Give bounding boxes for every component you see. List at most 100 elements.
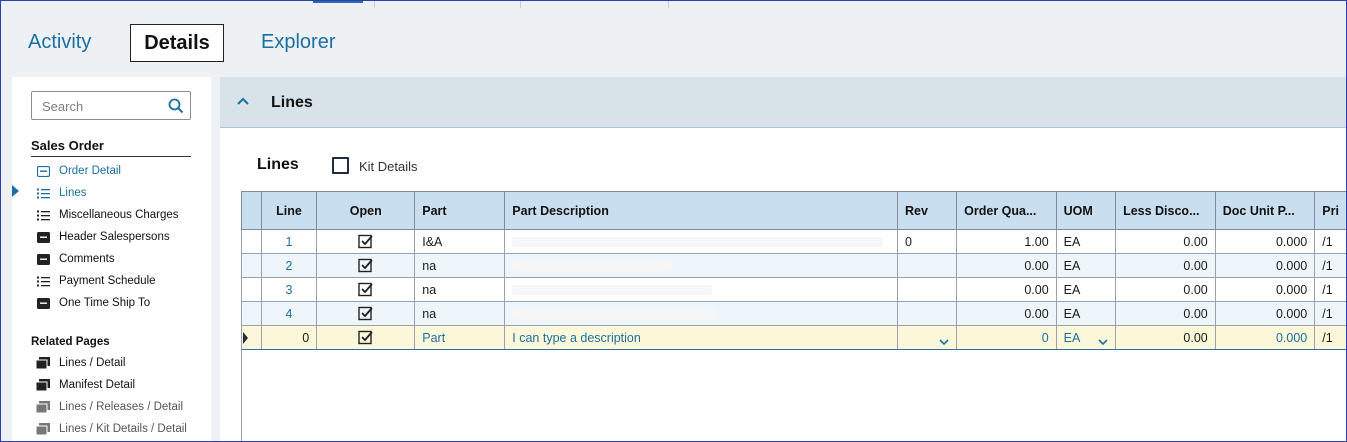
uom-cell[interactable]: EA (1055, 253, 1117, 278)
sidebar-item-miscellaneous-charges[interactable]: Miscellaneous Charges (36, 206, 179, 224)
row-selector[interactable] (241, 325, 262, 350)
table-row[interactable]: 4 na 0.00 EA 0.00 0.000 /1 (241, 301, 1347, 326)
column-header-less-discount[interactable]: Less Disco... (1115, 191, 1216, 230)
sidebar-item-header-salespersons[interactable]: Header Salespersons (36, 228, 170, 246)
part-description-cell[interactable] (504, 229, 898, 254)
related-item-manifest-detail[interactable]: Manifest Detail (36, 376, 135, 394)
related-item-lines-kit-details-detail[interactable]: Lines / Kit Details / Detail (36, 420, 187, 438)
column-header-line[interactable]: Line (260, 191, 318, 230)
open-cell[interactable] (316, 229, 416, 254)
related-item-lines-detail[interactable]: Lines / Detail (36, 354, 125, 372)
order-quantity-input[interactable]: 0 (956, 325, 1057, 350)
part-cell[interactable]: na (414, 301, 506, 326)
open-cell[interactable] (316, 253, 416, 278)
part-cell[interactable]: na (414, 253, 506, 278)
doc-unit-price-cell[interactable]: 0.000 (1214, 253, 1316, 278)
column-header-order-quantity[interactable]: Order Qua... (956, 191, 1057, 230)
sidebar-item-order-detail[interactable]: Order Detail (36, 162, 121, 180)
order-quantity-cell[interactable]: 0.00 (956, 253, 1057, 278)
open-cell[interactable] (316, 277, 416, 302)
column-header-pri[interactable]: Pri (1314, 191, 1347, 230)
column-header-part-description[interactable]: Part Description (504, 191, 898, 230)
sidebar-item-label: One Time Ship To (59, 297, 151, 309)
part-description-input[interactable]: I can type a description (504, 325, 898, 350)
uom-cell[interactable]: EA (1055, 229, 1117, 254)
order-quantity-cell[interactable]: 0.00 (956, 301, 1057, 326)
pri-input[interactable]: /1 (1314, 325, 1347, 350)
less-discount-cell[interactable]: 0.00 (1115, 229, 1216, 254)
redacted-text (512, 309, 718, 320)
part-cell[interactable]: na (414, 277, 506, 302)
column-header-part[interactable]: Part (414, 191, 506, 230)
new-row-editor[interactable]: 0 Part I can type a description 0 EA 0.0… (241, 325, 1347, 350)
doc-unit-price-input[interactable]: 0.000 (1214, 325, 1316, 350)
pri-cell[interactable]: /1 (1314, 301, 1347, 326)
checkbox-checked-icon[interactable] (358, 282, 374, 297)
less-discount-input[interactable]: 0.00 (1115, 325, 1216, 350)
uom-cell[interactable]: EA (1055, 277, 1117, 302)
open-cell[interactable] (316, 325, 416, 350)
line-input[interactable]: 0 (260, 325, 318, 350)
kit-details-checkbox[interactable] (332, 157, 349, 174)
table-row[interactable]: 3 na 0.00 EA 0.00 0.000 /1 (241, 277, 1347, 302)
open-cell[interactable] (316, 301, 416, 326)
part-description-cell[interactable] (504, 301, 898, 326)
part-cell[interactable]: I&A (414, 229, 506, 254)
column-header-uom[interactable]: UOM (1055, 191, 1117, 230)
doc-unit-price-cell[interactable]: 0.000 (1214, 229, 1316, 254)
chevron-up-icon[interactable] (237, 97, 249, 105)
doc-unit-price-cell[interactable]: 0.000 (1214, 301, 1316, 326)
table-row[interactable]: 2 na 0.00 EA 0.00 0.000 /1 (241, 253, 1347, 278)
uom-cell[interactable]: EA (1055, 301, 1117, 326)
line-cell[interactable]: 3 (260, 277, 318, 302)
rev-dropdown[interactable] (896, 325, 958, 350)
sidebar-item-payment-schedule[interactable]: Payment Schedule (36, 272, 156, 290)
part-description-cell[interactable] (504, 253, 898, 278)
pages-icon (36, 357, 50, 369)
related-item-lines-releases-detail[interactable]: Lines / Releases / Detail (36, 398, 183, 416)
sidebar-item-comments[interactable]: Comments (36, 250, 115, 268)
search-input[interactable]: Search (31, 91, 191, 120)
line-cell[interactable]: 1 (260, 229, 318, 254)
checkbox-checked-icon[interactable] (358, 234, 374, 249)
tab-details[interactable]: Details (130, 24, 224, 62)
order-quantity-cell[interactable]: 0.00 (956, 277, 1057, 302)
column-header-doc-unit-price[interactable]: Doc Unit P... (1214, 191, 1316, 230)
row-selector[interactable] (241, 253, 262, 278)
rev-cell[interactable] (896, 253, 958, 278)
grid-title: Lines (257, 156, 299, 173)
uom-dropdown[interactable]: EA (1055, 325, 1117, 350)
search-icon[interactable] (168, 98, 184, 114)
tab-explorer[interactable]: Explorer (261, 22, 335, 62)
less-discount-cell[interactable]: 0.00 (1115, 301, 1216, 326)
sidebar-item-lines[interactable]: Lines (36, 184, 87, 202)
part-description-cell[interactable] (504, 277, 898, 302)
row-selector[interactable] (241, 277, 262, 302)
tab-activity[interactable]: Activity (28, 22, 91, 62)
checkbox-checked-icon[interactable] (358, 330, 374, 345)
part-input[interactable]: Part (414, 325, 506, 350)
rev-cell[interactable]: 0 (896, 229, 958, 254)
rev-cell[interactable] (896, 301, 958, 326)
chevron-down-icon[interactable] (1098, 338, 1108, 345)
row-selector[interactable] (241, 229, 262, 254)
column-header-rev[interactable]: Rev (896, 191, 958, 230)
column-header-open[interactable]: Open (316, 191, 416, 230)
chevron-down-icon[interactable] (939, 338, 949, 345)
line-cell[interactable]: 2 (260, 253, 318, 278)
checkbox-checked-icon[interactable] (358, 258, 374, 273)
order-quantity-cell[interactable]: 1.00 (956, 229, 1057, 254)
checkbox-checked-icon[interactable] (358, 306, 374, 321)
row-selector[interactable] (241, 301, 262, 326)
pri-cell[interactable]: /1 (1314, 253, 1347, 278)
doc-unit-price-cell[interactable]: 0.000 (1214, 277, 1316, 302)
pri-cell[interactable]: /1 (1314, 277, 1347, 302)
less-discount-cell[interactable]: 0.00 (1115, 277, 1216, 302)
rev-cell[interactable] (896, 277, 958, 302)
table-row[interactable]: 1 I&A 0 1.00 EA 0.00 0.000 /1 (241, 229, 1347, 254)
sidebar-item-one-time-ship-to[interactable]: One Time Ship To (36, 294, 150, 312)
lines-section-header[interactable]: Lines (220, 77, 1347, 128)
line-cell[interactable]: 4 (260, 301, 318, 326)
less-discount-cell[interactable]: 0.00 (1115, 253, 1216, 278)
pri-cell[interactable]: /1 (1314, 229, 1347, 254)
